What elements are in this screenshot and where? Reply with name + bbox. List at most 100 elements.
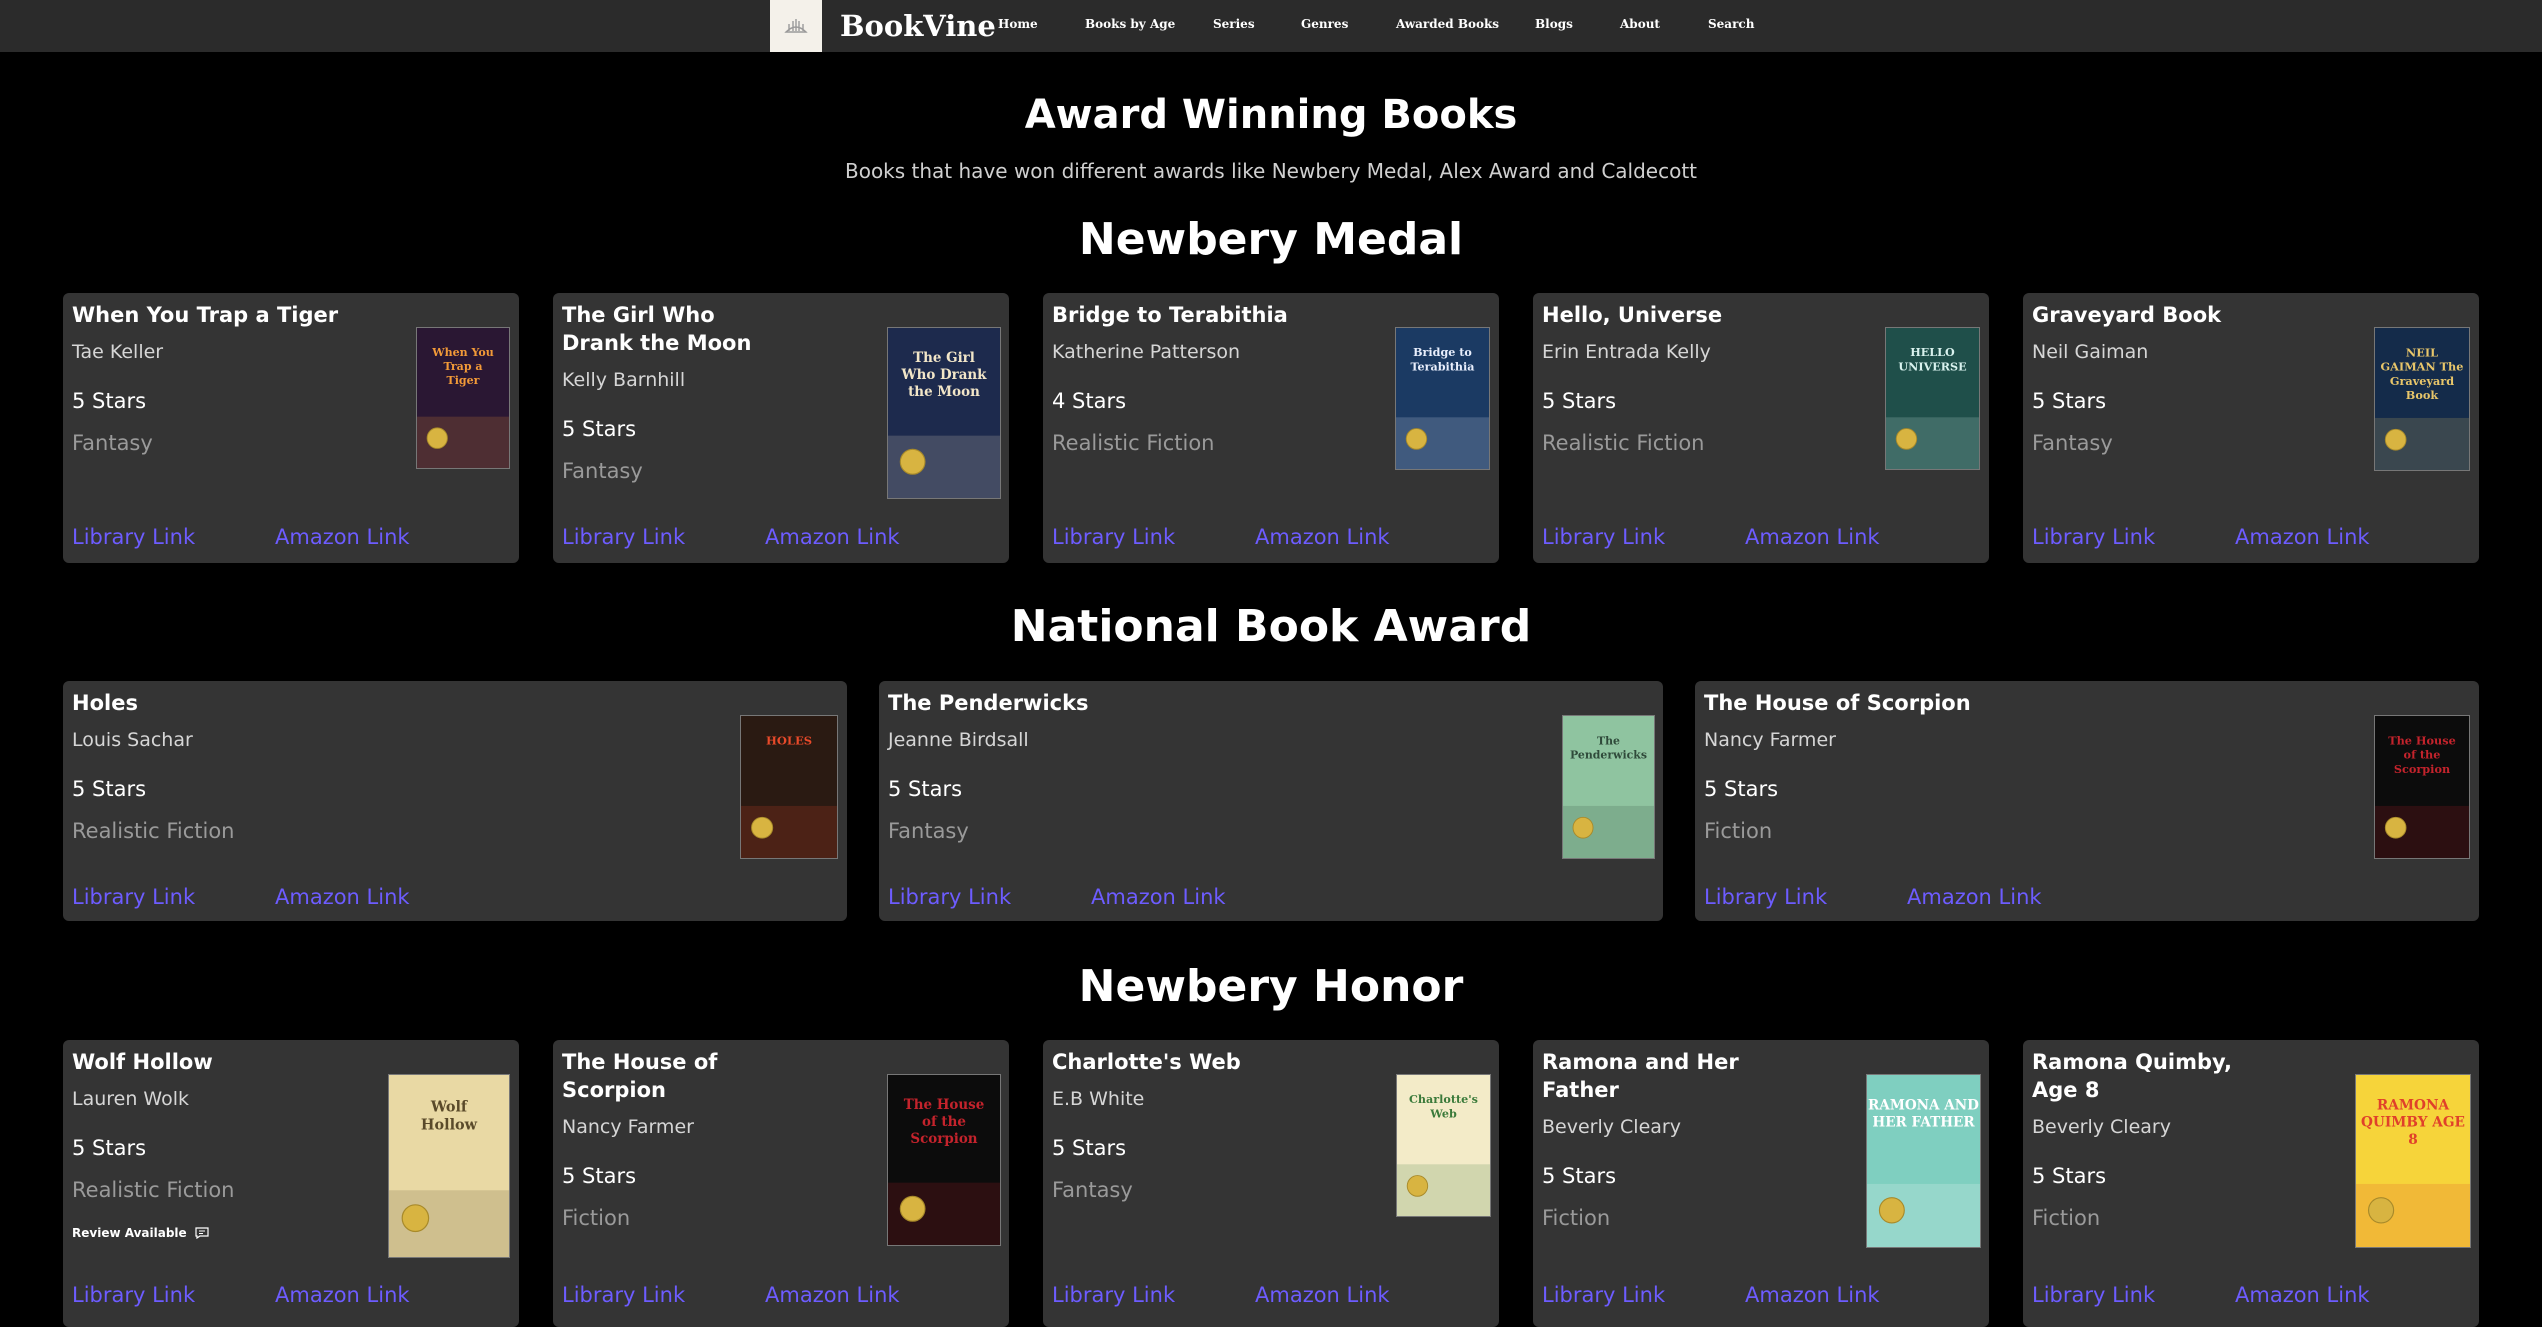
cover-art: Wolf Hollow — [389, 1075, 509, 1257]
book-genre: Realistic Fiction — [72, 1178, 235, 1202]
book-title[interactable]: Wolf Hollow — [72, 1048, 372, 1076]
book-card: Hello, Universe Erin Entrada Kelly 5 Sta… — [1533, 293, 1989, 563]
library-link[interactable]: Library Link — [2032, 525, 2155, 549]
book-title[interactable]: The Penderwicks — [888, 689, 1488, 717]
section-title-national-book-award: National Book Award — [1010, 601, 1532, 652]
book-genre: Realistic Fiction — [1542, 431, 1705, 455]
amazon-link[interactable]: Amazon Link — [2235, 525, 2370, 549]
review-label: Review Available — [72, 1226, 187, 1240]
amazon-link[interactable]: Amazon Link — [1255, 525, 1390, 549]
book-title[interactable]: The House of Scorpion — [1704, 689, 2304, 717]
book-cover[interactable]: NEIL GAIMAN The Graveyard Book — [2374, 327, 2470, 471]
book-title[interactable]: The Girl Who Drank the Moon — [562, 301, 792, 357]
amazon-link[interactable]: Amazon Link — [765, 1283, 900, 1307]
book-author: Erin Entrada Kelly — [1542, 341, 1711, 363]
nav-blogs[interactable]: Blogs — [1535, 17, 1573, 31]
library-link[interactable]: Library Link — [1704, 885, 1827, 909]
book-genre: Fiction — [2032, 1206, 2101, 1230]
nav-search[interactable]: Search — [1708, 17, 1754, 31]
book-card: The Girl Who Drank the Moon Kelly Barnhi… — [553, 293, 1009, 563]
amazon-link[interactable]: Amazon Link — [275, 525, 410, 549]
nav-awarded-books[interactable]: Awarded Books — [1396, 17, 1499, 31]
page-title: Award Winning Books — [1024, 92, 1518, 138]
book-title[interactable]: Graveyard Book — [2032, 301, 2372, 329]
book-card: Graveyard Book Neil Gaiman 5 Stars Fanta… — [2023, 293, 2479, 563]
book-title[interactable]: Holes — [72, 689, 672, 717]
medal-icon — [2367, 1197, 2395, 1224]
nav-books-by-age[interactable]: Books by Age — [1085, 17, 1175, 31]
book-title[interactable]: Ramona and Her Father — [1542, 1048, 1742, 1104]
book-cover[interactable]: RAMONA AND HER FATHER — [1866, 1074, 1981, 1248]
cover-title-line: When You — [431, 346, 494, 359]
logo-icon[interactable] — [770, 0, 822, 52]
book-cover[interactable]: RAMONA QUIMBY AGE 8 — [2355, 1074, 2471, 1248]
nav-home[interactable]: Home — [998, 17, 1038, 31]
cover-art: The Houseof theScorpion — [2375, 716, 2469, 858]
cover-art: The GirlWho Drankthe Moon — [888, 328, 1000, 498]
library-link[interactable]: Library Link — [2032, 1283, 2155, 1307]
book-stars: 5 Stars — [1052, 1136, 1127, 1160]
book-stars: 5 Stars — [72, 389, 147, 413]
book-stars: 5 Stars — [1542, 1164, 1617, 1188]
amazon-link[interactable]: Amazon Link — [765, 525, 900, 549]
nav-series[interactable]: Series — [1213, 17, 1255, 31]
amazon-link[interactable]: Amazon Link — [1091, 885, 1226, 909]
library-link[interactable]: Library Link — [888, 885, 1011, 909]
library-link[interactable]: Library Link — [72, 885, 195, 909]
library-link[interactable]: Library Link — [1052, 1283, 1175, 1307]
book-cover[interactable]: HOLES — [740, 715, 838, 859]
nav-genres[interactable]: Genres — [1301, 17, 1348, 31]
cover-title-line: HER FATHER — [1872, 1115, 1975, 1131]
amazon-link[interactable]: Amazon Link — [275, 1283, 410, 1307]
library-link[interactable]: Library Link — [72, 1283, 195, 1307]
brand-name[interactable]: BookVine — [840, 8, 996, 44]
cover-title-line: 8 — [2408, 1132, 2418, 1148]
library-link[interactable]: Library Link — [1052, 525, 1175, 549]
book-cover[interactable]: The House of the Scorpion — [2374, 715, 2470, 859]
book-cover[interactable]: The Penderwicks — [1562, 715, 1655, 859]
cover-title-line: Graveyard — [2390, 374, 2454, 388]
cover-title-line: Scorpion — [910, 1131, 977, 1147]
book-title[interactable]: When You Trap a Tiger — [72, 301, 412, 329]
book-cover[interactable]: HELLO UNIVERSE — [1885, 327, 1980, 470]
book-cover[interactable]: Charlotte's Web — [1396, 1074, 1491, 1217]
cover-title-line: QUIMBY AGE — [2361, 1115, 2465, 1131]
book-cover[interactable]: Wolf Hollow — [388, 1074, 510, 1258]
book-cover[interactable]: Bridge to Terabithia — [1395, 327, 1490, 470]
library-link[interactable]: Library Link — [1542, 1283, 1665, 1307]
amazon-link[interactable]: Amazon Link — [2235, 1283, 2370, 1307]
amazon-link[interactable]: Amazon Link — [275, 885, 410, 909]
library-link[interactable]: Library Link — [562, 1283, 685, 1307]
cover-art: HELLOUNIVERSE — [1886, 328, 1979, 469]
book-cover[interactable]: The Girl Who Drank the Moon — [887, 327, 1001, 499]
cover-title-line: Scorpion — [2394, 762, 2450, 776]
book-card: Holes Louis Sachar 5 Stars Realistic Fic… — [63, 681, 847, 921]
book-cover[interactable]: The House of the Scorpion — [887, 1074, 1001, 1246]
book-title[interactable]: The House of Scorpion — [562, 1048, 762, 1104]
medal-icon — [426, 427, 448, 449]
book-card: Ramona Quimby, Age 8 Beverly Cleary 5 St… — [2023, 1040, 2479, 1327]
book-title[interactable]: Ramona Quimby, Age 8 — [2032, 1048, 2252, 1104]
book-stars: 5 Stars — [888, 777, 963, 801]
nav-about[interactable]: About — [1620, 17, 1660, 31]
library-link[interactable]: Library Link — [562, 525, 685, 549]
book-author: Tae Keller — [72, 341, 164, 363]
library-link[interactable]: Library Link — [1542, 525, 1665, 549]
cover-title-line: Penderwicks — [1570, 748, 1647, 761]
book-title[interactable]: Bridge to Terabithia — [1052, 301, 1392, 329]
cover-title-line: The House — [2388, 733, 2456, 747]
book-author: Neil Gaiman — [2032, 341, 2149, 363]
review-available[interactable]: Review Available — [72, 1226, 209, 1240]
amazon-link[interactable]: Amazon Link — [1745, 525, 1880, 549]
amazon-link[interactable]: Amazon Link — [1745, 1283, 1880, 1307]
cover-art: When YouTrap aTiger — [417, 328, 509, 468]
library-link[interactable]: Library Link — [72, 525, 195, 549]
cover-title-line: Wolf — [430, 1098, 468, 1115]
book-author: Kelly Barnhill — [562, 369, 686, 391]
amazon-link[interactable]: Amazon Link — [1907, 885, 2042, 909]
book-card: The House of Scorpion Nancy Farmer 5 Sta… — [1695, 681, 2479, 921]
book-title[interactable]: Charlotte's Web — [1052, 1048, 1352, 1076]
book-title[interactable]: Hello, Universe — [1542, 301, 1882, 329]
book-cover[interactable]: When You Trap a Tiger — [416, 327, 510, 469]
amazon-link[interactable]: Amazon Link — [1255, 1283, 1390, 1307]
